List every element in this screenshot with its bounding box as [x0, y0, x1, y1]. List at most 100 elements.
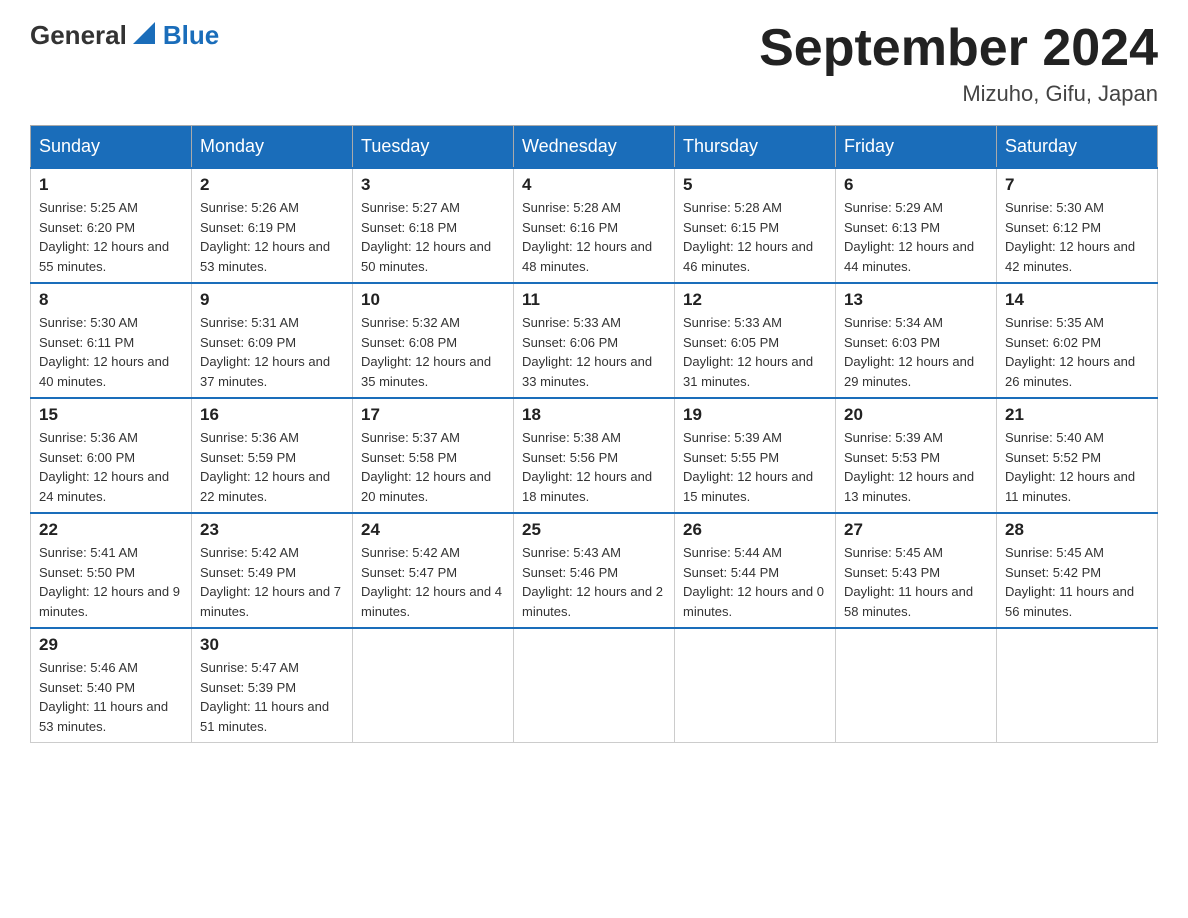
- day-info: Sunrise: 5:36 AMSunset: 5:59 PMDaylight:…: [200, 430, 330, 504]
- day-cell: 20 Sunrise: 5:39 AMSunset: 5:53 PMDaylig…: [836, 398, 997, 513]
- day-info: Sunrise: 5:46 AMSunset: 5:40 PMDaylight:…: [39, 660, 168, 734]
- day-cell: 1 Sunrise: 5:25 AMSunset: 6:20 PMDayligh…: [31, 168, 192, 283]
- day-cell: 15 Sunrise: 5:36 AMSunset: 6:00 PMDaylig…: [31, 398, 192, 513]
- day-cell: 22 Sunrise: 5:41 AMSunset: 5:50 PMDaylig…: [31, 513, 192, 628]
- calendar-table: SundayMondayTuesdayWednesdayThursdayFrid…: [30, 125, 1158, 743]
- day-info: Sunrise: 5:29 AMSunset: 6:13 PMDaylight:…: [844, 200, 974, 274]
- day-number: 21: [1005, 405, 1149, 425]
- day-info: Sunrise: 5:32 AMSunset: 6:08 PMDaylight:…: [361, 315, 491, 389]
- day-number: 8: [39, 290, 183, 310]
- day-cell: 2 Sunrise: 5:26 AMSunset: 6:19 PMDayligh…: [192, 168, 353, 283]
- column-header-thursday: Thursday: [675, 126, 836, 169]
- day-number: 26: [683, 520, 827, 540]
- day-cell: 12 Sunrise: 5:33 AMSunset: 6:05 PMDaylig…: [675, 283, 836, 398]
- day-cell: 29 Sunrise: 5:46 AMSunset: 5:40 PMDaylig…: [31, 628, 192, 743]
- day-cell: 14 Sunrise: 5:35 AMSunset: 6:02 PMDaylig…: [997, 283, 1158, 398]
- location: Mizuho, Gifu, Japan: [759, 81, 1158, 107]
- day-cell: 7 Sunrise: 5:30 AMSunset: 6:12 PMDayligh…: [997, 168, 1158, 283]
- day-number: 13: [844, 290, 988, 310]
- day-number: 24: [361, 520, 505, 540]
- day-cell: 6 Sunrise: 5:29 AMSunset: 6:13 PMDayligh…: [836, 168, 997, 283]
- day-number: 16: [200, 405, 344, 425]
- day-info: Sunrise: 5:33 AMSunset: 6:06 PMDaylight:…: [522, 315, 652, 389]
- day-info: Sunrise: 5:30 AMSunset: 6:12 PMDaylight:…: [1005, 200, 1135, 274]
- column-header-tuesday: Tuesday: [353, 126, 514, 169]
- day-cell: 27 Sunrise: 5:45 AMSunset: 5:43 PMDaylig…: [836, 513, 997, 628]
- day-number: 11: [522, 290, 666, 310]
- day-info: Sunrise: 5:31 AMSunset: 6:09 PMDaylight:…: [200, 315, 330, 389]
- day-cell: 4 Sunrise: 5:28 AMSunset: 6:16 PMDayligh…: [514, 168, 675, 283]
- day-number: 25: [522, 520, 666, 540]
- day-info: Sunrise: 5:30 AMSunset: 6:11 PMDaylight:…: [39, 315, 169, 389]
- day-cell: 13 Sunrise: 5:34 AMSunset: 6:03 PMDaylig…: [836, 283, 997, 398]
- day-cell: 11 Sunrise: 5:33 AMSunset: 6:06 PMDaylig…: [514, 283, 675, 398]
- day-number: 2: [200, 175, 344, 195]
- week-row-1: 1 Sunrise: 5:25 AMSunset: 6:20 PMDayligh…: [31, 168, 1158, 283]
- day-number: 27: [844, 520, 988, 540]
- column-header-sunday: Sunday: [31, 126, 192, 169]
- day-info: Sunrise: 5:45 AMSunset: 5:43 PMDaylight:…: [844, 545, 973, 619]
- day-cell: [353, 628, 514, 743]
- day-number: 12: [683, 290, 827, 310]
- page-header: General Blue September 2024 Mizuho, Gifu…: [30, 20, 1158, 107]
- month-title: September 2024: [759, 20, 1158, 77]
- logo-text-general: General: [30, 20, 127, 51]
- day-info: Sunrise: 5:37 AMSunset: 5:58 PMDaylight:…: [361, 430, 491, 504]
- day-number: 3: [361, 175, 505, 195]
- day-cell: 30 Sunrise: 5:47 AMSunset: 5:39 PMDaylig…: [192, 628, 353, 743]
- day-info: Sunrise: 5:27 AMSunset: 6:18 PMDaylight:…: [361, 200, 491, 274]
- day-info: Sunrise: 5:40 AMSunset: 5:52 PMDaylight:…: [1005, 430, 1135, 504]
- day-info: Sunrise: 5:35 AMSunset: 6:02 PMDaylight:…: [1005, 315, 1135, 389]
- day-number: 6: [844, 175, 988, 195]
- day-number: 30: [200, 635, 344, 655]
- logo: General Blue: [30, 20, 219, 51]
- day-number: 5: [683, 175, 827, 195]
- day-info: Sunrise: 5:26 AMSunset: 6:19 PMDaylight:…: [200, 200, 330, 274]
- day-info: Sunrise: 5:39 AMSunset: 5:55 PMDaylight:…: [683, 430, 813, 504]
- day-cell: 3 Sunrise: 5:27 AMSunset: 6:18 PMDayligh…: [353, 168, 514, 283]
- day-info: Sunrise: 5:41 AMSunset: 5:50 PMDaylight:…: [39, 545, 180, 619]
- day-number: 20: [844, 405, 988, 425]
- day-cell: [675, 628, 836, 743]
- day-cell: 5 Sunrise: 5:28 AMSunset: 6:15 PMDayligh…: [675, 168, 836, 283]
- day-info: Sunrise: 5:45 AMSunset: 5:42 PMDaylight:…: [1005, 545, 1134, 619]
- day-cell: 23 Sunrise: 5:42 AMSunset: 5:49 PMDaylig…: [192, 513, 353, 628]
- logo-triangle-icon: [133, 22, 155, 44]
- day-number: 1: [39, 175, 183, 195]
- day-cell: 26 Sunrise: 5:44 AMSunset: 5:44 PMDaylig…: [675, 513, 836, 628]
- day-number: 17: [361, 405, 505, 425]
- day-cell: 10 Sunrise: 5:32 AMSunset: 6:08 PMDaylig…: [353, 283, 514, 398]
- day-number: 28: [1005, 520, 1149, 540]
- column-header-monday: Monday: [192, 126, 353, 169]
- day-cell: 19 Sunrise: 5:39 AMSunset: 5:55 PMDaylig…: [675, 398, 836, 513]
- week-row-3: 15 Sunrise: 5:36 AMSunset: 6:00 PMDaylig…: [31, 398, 1158, 513]
- day-number: 29: [39, 635, 183, 655]
- day-number: 18: [522, 405, 666, 425]
- day-info: Sunrise: 5:43 AMSunset: 5:46 PMDaylight:…: [522, 545, 663, 619]
- day-info: Sunrise: 5:42 AMSunset: 5:49 PMDaylight:…: [200, 545, 341, 619]
- day-number: 4: [522, 175, 666, 195]
- logo-text-blue: Blue: [163, 20, 219, 51]
- day-info: Sunrise: 5:25 AMSunset: 6:20 PMDaylight:…: [39, 200, 169, 274]
- day-info: Sunrise: 5:28 AMSunset: 6:15 PMDaylight:…: [683, 200, 813, 274]
- day-info: Sunrise: 5:39 AMSunset: 5:53 PMDaylight:…: [844, 430, 974, 504]
- day-number: 10: [361, 290, 505, 310]
- day-info: Sunrise: 5:47 AMSunset: 5:39 PMDaylight:…: [200, 660, 329, 734]
- day-number: 9: [200, 290, 344, 310]
- week-row-2: 8 Sunrise: 5:30 AMSunset: 6:11 PMDayligh…: [31, 283, 1158, 398]
- day-info: Sunrise: 5:36 AMSunset: 6:00 PMDaylight:…: [39, 430, 169, 504]
- column-header-saturday: Saturday: [997, 126, 1158, 169]
- week-row-5: 29 Sunrise: 5:46 AMSunset: 5:40 PMDaylig…: [31, 628, 1158, 743]
- day-number: 14: [1005, 290, 1149, 310]
- day-info: Sunrise: 5:33 AMSunset: 6:05 PMDaylight:…: [683, 315, 813, 389]
- column-header-friday: Friday: [836, 126, 997, 169]
- calendar-header-row: SundayMondayTuesdayWednesdayThursdayFrid…: [31, 126, 1158, 169]
- column-header-wednesday: Wednesday: [514, 126, 675, 169]
- day-cell: 16 Sunrise: 5:36 AMSunset: 5:59 PMDaylig…: [192, 398, 353, 513]
- day-cell: [514, 628, 675, 743]
- day-info: Sunrise: 5:28 AMSunset: 6:16 PMDaylight:…: [522, 200, 652, 274]
- day-cell: [836, 628, 997, 743]
- day-cell: 9 Sunrise: 5:31 AMSunset: 6:09 PMDayligh…: [192, 283, 353, 398]
- day-number: 19: [683, 405, 827, 425]
- day-cell: 8 Sunrise: 5:30 AMSunset: 6:11 PMDayligh…: [31, 283, 192, 398]
